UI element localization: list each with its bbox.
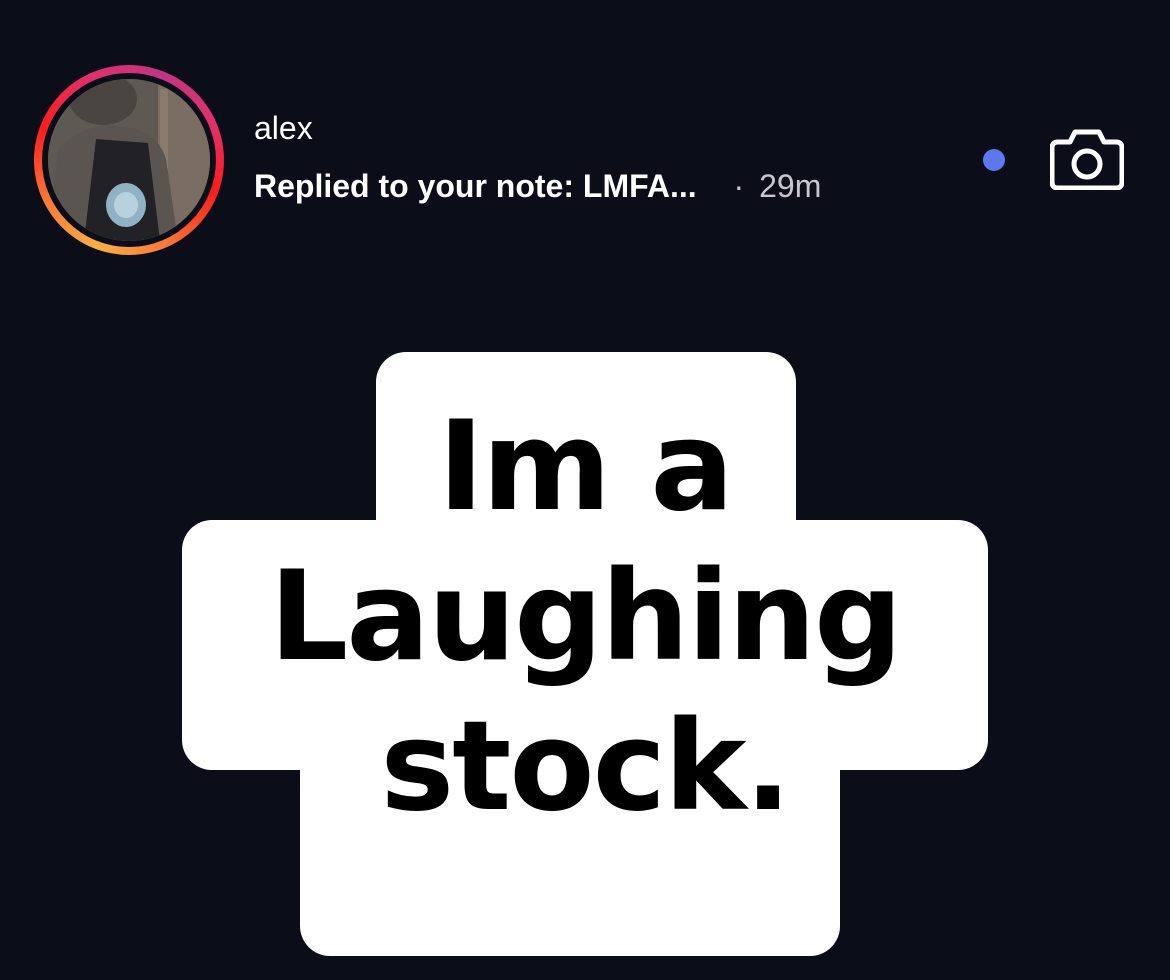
story-ring[interactable] bbox=[34, 65, 224, 255]
sticker-bg-top bbox=[376, 352, 796, 562]
camera-icon bbox=[1049, 129, 1125, 191]
notification-subline: Replied to your note: LMFA... · 29m bbox=[254, 166, 821, 206]
username[interactable]: alex bbox=[254, 108, 313, 148]
note-line-3: stock. bbox=[380, 695, 791, 839]
note-line-1: Im a bbox=[437, 395, 734, 539]
reply-text: Replied to your note: LMFA... bbox=[254, 168, 697, 204]
avatar[interactable] bbox=[48, 79, 210, 241]
note-line-2: Laughing bbox=[269, 545, 903, 689]
sticker-bg-bottom bbox=[300, 730, 840, 956]
separator-dot: · bbox=[733, 168, 745, 204]
note-text: Im a Laughing stock. bbox=[182, 392, 988, 842]
sticker-bg-middle bbox=[182, 520, 988, 770]
camera-button[interactable] bbox=[1049, 126, 1125, 191]
notification-row[interactable]: alex Replied to your note: LMFA... · 29m bbox=[0, 0, 1170, 280]
avatar-photo bbox=[48, 79, 210, 241]
timestamp: 29m bbox=[759, 168, 822, 204]
unread-dot bbox=[983, 149, 1005, 171]
